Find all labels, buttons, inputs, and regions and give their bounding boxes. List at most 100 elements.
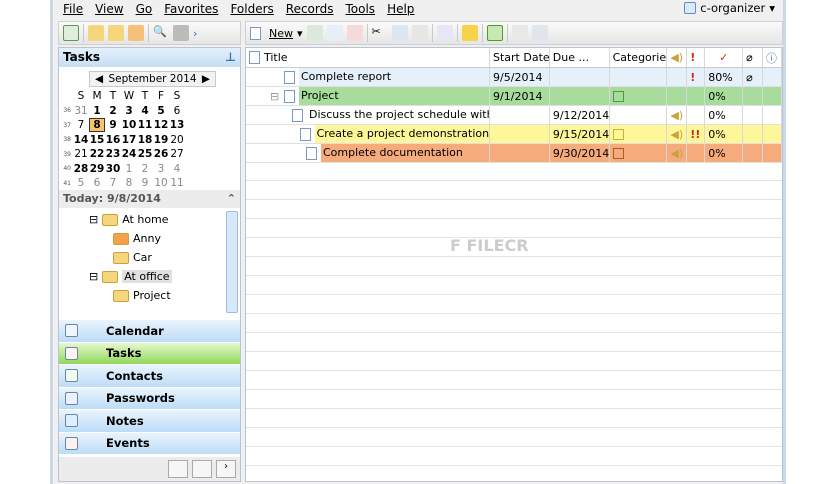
calendar-day[interactable]: 22 (89, 148, 105, 160)
calendar-day[interactable]: 11 (169, 177, 185, 189)
nav-contacts[interactable]: Contacts (59, 365, 240, 388)
task-row[interactable]: Complete documentation 9/30/2014 ◀) 0% (246, 144, 782, 163)
cut-icon[interactable]: ✂ (372, 25, 388, 41)
filter-icon[interactable] (511, 25, 528, 41)
calendar-day[interactable]: 24 (121, 148, 137, 160)
calendar-day[interactable]: 9 (137, 177, 153, 189)
calendar-day[interactable]: 2 (105, 105, 121, 117)
calendar-day[interactable]: 4 (137, 105, 153, 117)
priority-icon[interactable]: ! (687, 48, 706, 67)
complete-check-icon[interactable]: ✓ (705, 48, 744, 67)
calendar-day[interactable]: 6 (169, 105, 185, 117)
menu-favorites[interactable]: Favorites (164, 2, 218, 16)
calendar-day[interactable]: 14 (73, 134, 89, 146)
calendar-day[interactable]: 6 (89, 177, 105, 189)
organizer-switch[interactable]: c-organizer ▾ (684, 1, 775, 15)
task-row[interactable]: Create a project demonstration 9/15/2014… (246, 125, 782, 144)
calendar-day[interactable]: 13 (169, 119, 185, 131)
new-icon[interactable] (250, 26, 261, 40)
calendar-day[interactable]: 18 (137, 134, 153, 146)
delete-icon[interactable] (346, 25, 363, 41)
checklist-icon[interactable] (436, 25, 453, 41)
category-checkbox[interactable] (612, 147, 624, 159)
configure-icon[interactable] (168, 460, 188, 478)
new-subtask-icon[interactable] (306, 25, 323, 41)
edit-folder-icon[interactable] (108, 25, 124, 41)
calendar-day[interactable]: 8 (121, 177, 137, 189)
column-title[interactable]: Title (246, 48, 490, 67)
new-button[interactable]: New (269, 27, 293, 40)
calendar-day[interactable]: 12 (153, 119, 169, 131)
expand-chevron-icon[interactable]: › (216, 460, 236, 478)
calendar-day[interactable]: 17 (121, 134, 137, 146)
nav-tasks[interactable]: Tasks (59, 342, 240, 365)
collapse-icon[interactable]: ⌃ (227, 192, 236, 206)
calendar-day[interactable]: 1 (121, 163, 137, 175)
category-checkbox[interactable] (612, 90, 624, 102)
tree-view-icon[interactable] (63, 25, 79, 41)
tree-item[interactable]: ⊟ At office (89, 270, 172, 283)
pin-icon[interactable]: ⊥ (225, 50, 236, 65)
calendar-day[interactable]: 31 (73, 105, 89, 117)
calendar-day[interactable]: 16 (105, 134, 121, 146)
next-month-button[interactable]: ▶ (202, 73, 210, 85)
search-icon[interactable]: 🔍 (153, 25, 169, 41)
calendar-day[interactable]: 30 (105, 163, 121, 175)
calendar-day[interactable]: 15 (89, 134, 105, 146)
menu-file[interactable]: File (63, 2, 83, 16)
new-folder-icon[interactable] (88, 25, 104, 41)
columns-icon[interactable] (531, 25, 548, 41)
more-chevron-icon[interactable]: › (193, 27, 197, 40)
calendar-day[interactable]: 7 (105, 177, 121, 189)
calendar-day[interactable]: 3 (121, 105, 137, 117)
calendar-day[interactable]: 27 (169, 148, 185, 160)
print-icon[interactable] (173, 25, 189, 41)
prev-month-button[interactable]: ◀ (95, 73, 103, 85)
calendar-day[interactable]: 19 (153, 134, 169, 146)
menu-view[interactable]: View (95, 2, 123, 16)
calendar-day[interactable]: 10 (153, 177, 169, 189)
calendar-day[interactable]: 5 (73, 177, 89, 189)
calendar-day[interactable]: 9 (105, 119, 121, 131)
paste-icon[interactable] (411, 25, 428, 41)
tree-item[interactable]: Anny (113, 232, 161, 245)
calendar-day[interactable]: 5 (153, 105, 169, 117)
calendar-day[interactable]: 29 (89, 163, 105, 175)
calendar-day[interactable]: 23 (105, 148, 121, 160)
menu-tools[interactable]: Tools (346, 2, 376, 16)
calendar-day[interactable]: 11 (137, 119, 153, 131)
nav-passwords[interactable]: Passwords (59, 387, 240, 410)
calendar-day[interactable]: 3 (153, 163, 169, 175)
menu-records[interactable]: Records (286, 2, 334, 16)
nav-notes[interactable]: Notes (59, 410, 240, 433)
delete-folder-icon[interactable] (128, 25, 144, 41)
calendar-day[interactable]: 21 (73, 148, 89, 160)
calendar-day[interactable]: 28 (73, 163, 89, 175)
note-icon[interactable] (461, 25, 478, 41)
column-start-date[interactable]: Start Date (490, 48, 550, 67)
edit-icon[interactable] (326, 25, 343, 41)
menu-help[interactable]: Help (387, 2, 414, 16)
menu-go[interactable]: Go (136, 2, 153, 16)
calendar-day[interactable]: 20 (169, 134, 185, 146)
task-row[interactable]: Discuss the project schedule with my... … (246, 106, 782, 125)
trash-icon[interactable] (192, 460, 212, 478)
column-categories[interactable]: Categories (610, 48, 668, 67)
view-icon[interactable] (486, 25, 503, 41)
info-icon[interactable]: ⓘ (763, 48, 782, 67)
nav-calendar[interactable]: Calendar (59, 320, 240, 343)
calendar-day[interactable]: 8 (89, 118, 105, 133)
calendar-day[interactable]: 7 (73, 119, 89, 131)
tree-item[interactable]: Project (113, 289, 171, 302)
tree-scrollbar[interactable] (226, 211, 238, 313)
calendar-day[interactable]: 26 (153, 148, 169, 160)
tree-item[interactable]: ⊟ At home (89, 213, 169, 226)
task-row[interactable]: Complete report 9/5/2014 ! 80% ⌀ (246, 68, 782, 87)
calendar-day[interactable]: 25 (137, 148, 153, 160)
column-due[interactable]: Due ... (550, 48, 610, 67)
attachment-icon[interactable]: ⌀ (743, 48, 764, 67)
reminder-sound-icon[interactable]: ◀) (667, 48, 688, 67)
tree-item[interactable]: Car (113, 251, 152, 264)
nav-events[interactable]: Events (59, 432, 240, 455)
calendar-day[interactable]: 1 (89, 105, 105, 117)
